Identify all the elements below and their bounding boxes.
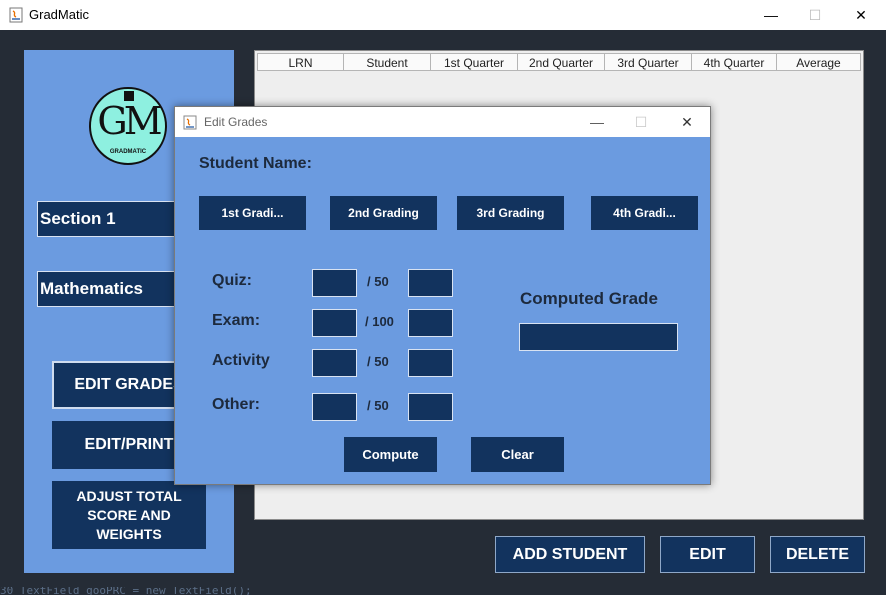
tab-4th-grading[interactable]: 4th Gradi...	[591, 196, 698, 230]
edit-print-label: EDIT/PRINT	[84, 436, 174, 453]
java-dialog-icon	[183, 115, 197, 130]
subject-dropdown[interactable]: Mathematics	[37, 271, 177, 307]
tab-1st-grading[interactable]: 1st Gradi...	[199, 196, 306, 230]
adjust-weights-line-1: ADJUST TOTAL	[76, 487, 182, 504]
dialog-close-button[interactable]: ✕	[664, 107, 710, 137]
column-header-student[interactable]: Student	[344, 53, 431, 71]
section-dropdown[interactable]: Section 1	[37, 201, 177, 237]
other-label: Other:	[212, 396, 260, 413]
background-code-line: 30 TextField gooPRC = new TextField();	[0, 587, 252, 595]
quiz-score-input[interactable]	[312, 269, 357, 297]
other-weighted-field[interactable]	[408, 393, 453, 421]
dialog-minimize-button[interactable]: —	[574, 107, 620, 137]
tab-2nd-grading[interactable]: 2nd Grading	[330, 196, 437, 230]
add-student-button[interactable]: ADD STUDENT	[495, 536, 645, 573]
column-header-lrn[interactable]: LRN	[257, 53, 344, 71]
other-score-input[interactable]	[312, 393, 357, 421]
edit-grades-label: EDIT GRADES	[74, 376, 184, 393]
adjust-weights-line-3: WEIGHTS	[96, 525, 162, 542]
logo-caption: GRADMATIC	[109, 149, 147, 155]
minimize-button[interactable]: —	[748, 0, 794, 30]
table-header: LRN Student 1st Quarter 2nd Quarter 3rd …	[257, 53, 861, 71]
exam-score-input[interactable]	[312, 309, 357, 337]
dialog-maximize-button[interactable]: ☐	[618, 107, 664, 137]
logo-letters: GM	[97, 99, 162, 143]
activity-total-label: / 50	[367, 354, 389, 369]
quiz-total-label: / 50	[367, 274, 389, 289]
gradmatic-logo: GM GRADMATIC	[89, 87, 167, 165]
java-app-icon	[9, 7, 23, 23]
column-header-3rd-quarter[interactable]: 3rd Quarter	[605, 53, 692, 71]
exam-label: Exam:	[212, 312, 261, 329]
column-header-4th-quarter[interactable]: 4th Quarter	[692, 53, 777, 71]
quiz-weighted-field[interactable]	[408, 269, 453, 297]
exam-total-label: / 100	[365, 314, 394, 329]
column-header-average[interactable]: Average	[777, 53, 861, 71]
dialog-titlebar: Edit Grades — ☐ ✕	[175, 107, 710, 137]
activity-weighted-field[interactable]	[408, 349, 453, 377]
tab-3rd-grading[interactable]: 3rd Grading	[457, 196, 564, 230]
maximize-button[interactable]: ☐	[792, 0, 838, 30]
column-header-2nd-quarter[interactable]: 2nd Quarter	[518, 53, 605, 71]
computed-grade-field[interactable]	[519, 323, 678, 351]
delete-button[interactable]: DELETE	[770, 536, 865, 573]
adjust-weights-line-2: SCORE AND	[87, 506, 171, 523]
adjust-weights-button[interactable]: ADJUST TOTAL SCORE AND WEIGHTS	[52, 481, 206, 549]
window-title: GradMatic	[29, 7, 89, 22]
close-button[interactable]: ✕	[838, 0, 884, 30]
main-titlebar: GradMatic — ☐ ✕	[0, 0, 886, 30]
activity-score-input[interactable]	[312, 349, 357, 377]
compute-button[interactable]: Compute	[344, 437, 437, 472]
edit-grades-dialog: Edit Grades — ☐ ✕ Student Name: 1st Grad…	[174, 106, 711, 485]
student-name-label: Student Name:	[199, 155, 312, 172]
activity-label: Activity	[212, 352, 270, 369]
clear-button[interactable]: Clear	[471, 437, 564, 472]
exam-weighted-field[interactable]	[408, 309, 453, 337]
computed-grade-label: Computed Grade	[520, 289, 658, 308]
dialog-title: Edit Grades	[204, 115, 268, 129]
column-header-1st-quarter[interactable]: 1st Quarter	[431, 53, 518, 71]
quiz-label: Quiz:	[212, 272, 252, 289]
other-total-label: / 50	[367, 398, 389, 413]
edit-button[interactable]: EDIT	[660, 536, 755, 573]
